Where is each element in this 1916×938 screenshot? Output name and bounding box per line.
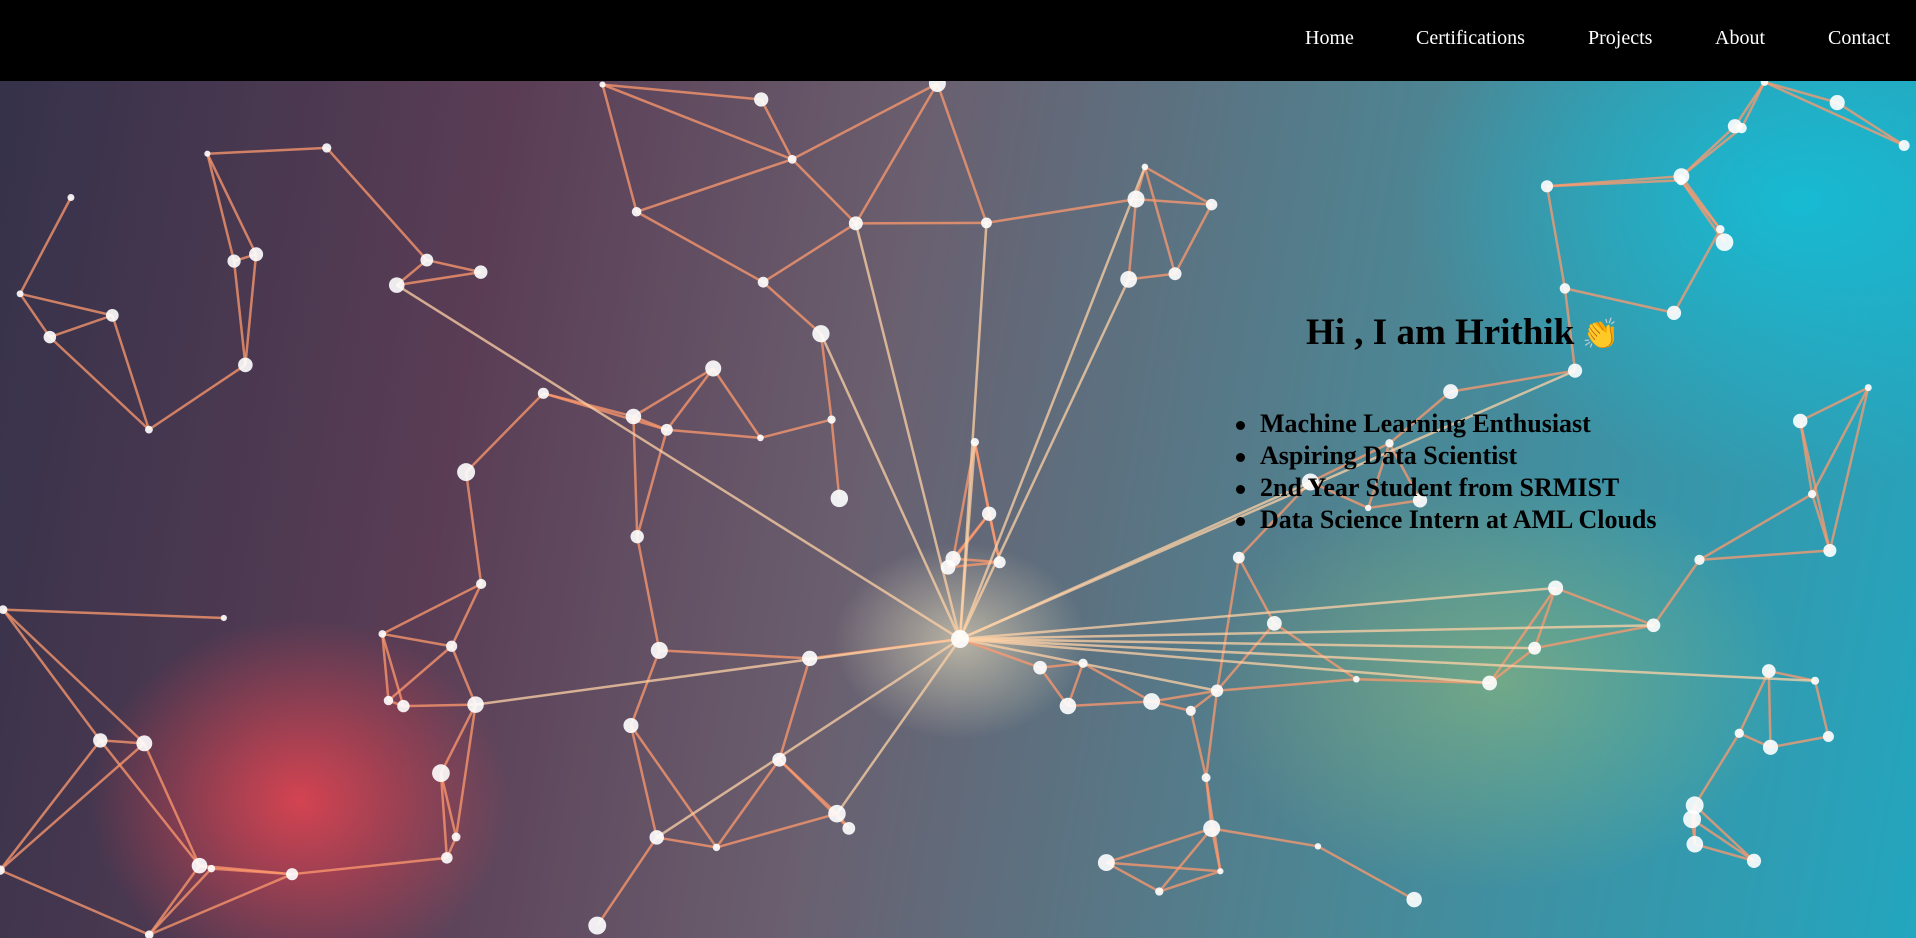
top-navbar: Home Certifications Projects About Conta… — [0, 0, 1916, 81]
intro-heading: Hi , I am Hrithik 👏 — [1306, 311, 1620, 354]
list-item: Machine Learning Enthusiast — [1236, 408, 1657, 440]
nav-home-link[interactable]: Home — [1305, 27, 1354, 50]
list-item: Aspiring Data Scientist — [1236, 440, 1657, 472]
nav-about-link[interactable]: About — [1715, 27, 1765, 50]
nav-contact-link[interactable]: Contact — [1828, 27, 1890, 50]
list-item: 2nd Year Student from SRMIST — [1236, 472, 1657, 504]
nav-projects-link[interactable]: Projects — [1588, 27, 1652, 50]
highlights-list: Machine Learning Enthusiast Aspiring Dat… — [1236, 408, 1657, 536]
greeting-text: Hi , I am Hrithik — [1306, 312, 1575, 353]
clapping-hands-icon: 👏 — [1582, 318, 1620, 351]
nav-certifications-link[interactable]: Certifications — [1416, 27, 1525, 50]
hero-section: Hi , I am Hrithik 👏 Machine Learning Enth… — [0, 81, 1916, 938]
list-item: Data Science Intern at AML Clouds — [1236, 505, 1657, 534]
